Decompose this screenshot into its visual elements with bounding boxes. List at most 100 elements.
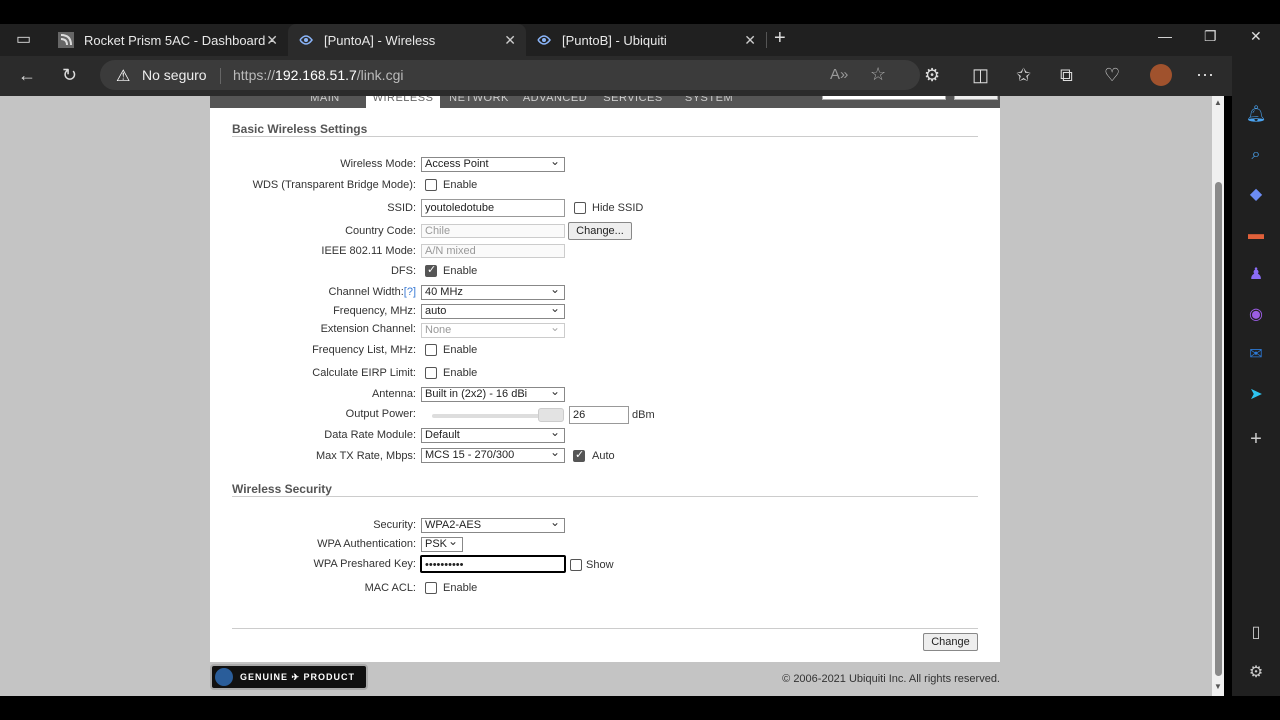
restore-icon[interactable]: ❐ — [1204, 28, 1217, 45]
close-icon[interactable]: ✕ — [744, 32, 756, 49]
page-scrollbar[interactable]: ▲ ▼ — [1212, 96, 1224, 696]
max-tx-auto-checkbox[interactable] — [573, 448, 585, 462]
antenna-select[interactable]: Built in (2x2) - 16 dBi — [421, 385, 565, 402]
ssid-input[interactable]: youtoledotube — [421, 199, 565, 217]
logout-button[interactable] — [954, 96, 998, 100]
shopping-tag-icon[interactable]: ◆ — [1245, 184, 1267, 206]
tab-divider — [766, 32, 767, 48]
tools-select[interactable] — [822, 96, 946, 100]
tab-actions-icon[interactable]: ▭ — [16, 30, 31, 50]
security-status[interactable]: No seguro — [142, 67, 207, 83]
tab-punto-b[interactable]: [PuntoB] - Ubiquiti ✕ — [526, 24, 766, 56]
people-icon[interactable]: ♟ — [1245, 264, 1267, 286]
nav-tab-wireless[interactable]: WIRELESS — [366, 96, 440, 108]
screen: ▭ Rocket Prism 5AC - Dashboard - ✕ [Punt… — [0, 0, 1280, 720]
wpa-auth-select[interactable]: PSK — [421, 535, 463, 552]
omnibox-divider — [220, 68, 221, 84]
frequency-select[interactable]: auto — [421, 302, 565, 319]
dfs-checkbox[interactable] — [425, 263, 437, 277]
lock-icon — [215, 668, 233, 686]
copyright: © 2006-2021 Ubiquiti Inc. All rights res… — [782, 673, 1000, 685]
security-label: Security: — [373, 519, 416, 531]
nav-tab-system[interactable]: SYSTEM — [672, 96, 746, 108]
rss-icon — [58, 32, 74, 48]
back-icon[interactable]: ← — [18, 65, 36, 85]
scroll-down-icon[interactable]: ▼ — [1214, 682, 1222, 691]
search-icon[interactable]: ⌕ — [1245, 144, 1267, 166]
tab-title: [PuntoB] - Ubiquiti — [562, 32, 667, 48]
eirp-checkbox[interactable] — [425, 367, 437, 379]
output-power-slider-handle[interactable] — [538, 408, 564, 422]
frequency-label: Frequency, MHz: — [333, 305, 416, 317]
country-change-button[interactable]: Change... — [568, 222, 632, 240]
scroll-thumb[interactable] — [1215, 182, 1222, 676]
address-bar-row: ← ↻ ⚠ No seguro https://192.168.51.7/lin… — [0, 56, 1280, 96]
show-key-label: Show — [586, 559, 614, 571]
url-scheme: https:// — [233, 67, 276, 83]
performance-icon[interactable]: ♡ — [1104, 65, 1120, 85]
refresh-icon[interactable]: ↻ — [62, 65, 77, 85]
channel-width-select[interactable]: 40 MHz — [421, 283, 565, 300]
add-icon[interactable]: + — [1245, 428, 1267, 450]
output-power-input[interactable]: 26 — [569, 406, 629, 424]
close-icon[interactable]: ✕ — [504, 32, 516, 49]
ieee-mode-label: IEEE 802.11 Mode: — [321, 245, 416, 257]
send-icon[interactable]: ➤ — [1245, 384, 1267, 406]
read-aloud-icon[interactable]: A» — [830, 65, 848, 85]
show-key-checkbox[interactable] — [570, 559, 582, 571]
psk-input[interactable]: •••••••••• — [420, 555, 566, 573]
collections-icon[interactable]: ⧉ — [1060, 65, 1073, 85]
nav-tab-network[interactable]: NETWORK — [442, 96, 516, 108]
psk-label: WPA Preshared Key: — [313, 558, 416, 570]
warning-icon[interactable]: ⚠ — [116, 66, 130, 86]
extension-channel-select: None — [421, 321, 565, 338]
settings-gear-icon[interactable]: ⚙ — [1245, 662, 1267, 684]
minimize-icon[interactable]: — — [1158, 28, 1172, 44]
help-link[interactable]: [?] — [404, 286, 416, 298]
max-tx-auto-label: Auto — [592, 450, 615, 462]
hide-ssid-label: Hide SSID — [592, 202, 644, 214]
scroll-up-icon[interactable]: ▲ — [1214, 98, 1222, 107]
data-rate-select[interactable]: Default — [421, 426, 565, 443]
url-text[interactable]: https://192.168.51.7/link.cgi — [233, 67, 403, 83]
ieee-mode-input: A/N mixed — [421, 244, 565, 258]
hide-ssid-checkbox[interactable] — [574, 202, 586, 214]
omnibox[interactable]: ⚠ No seguro https://192.168.51.7/link.cg… — [100, 60, 920, 90]
more-options-icon[interactable]: ⋯ — [1196, 65, 1214, 85]
favorite-star-icon[interactable]: ☆ — [870, 64, 886, 84]
nav-tab-advanced[interactable]: ADVANCED — [518, 96, 592, 108]
tools-icon[interactable]: ▬ — [1245, 224, 1267, 246]
country-code-label: Country Code: — [345, 225, 416, 237]
avatar[interactable] — [1150, 64, 1172, 86]
tab-punto-a[interactable]: [PuntoA] - Wireless ✕ — [288, 24, 526, 56]
tab-rocket-dashboard[interactable]: Rocket Prism 5AC - Dashboard - ✕ — [48, 24, 288, 56]
ssid-label: SSID: — [387, 202, 416, 214]
favorites-icon[interactable]: ✩ — [1016, 65, 1031, 85]
mac-acl-checkbox[interactable] — [425, 582, 437, 594]
tab-title: Rocket Prism 5AC - Dashboard - — [84, 32, 274, 48]
data-rate-label: Data Rate Module: — [324, 429, 416, 441]
wds-checkbox[interactable] — [425, 179, 437, 191]
security-select[interactable]: WPA2-AES — [421, 516, 565, 533]
outlook-icon[interactable]: ✉ — [1245, 344, 1267, 366]
close-icon[interactable]: ✕ — [266, 32, 278, 49]
sidebar-toggle-icon[interactable]: ▯ — [1245, 622, 1267, 644]
split-screen-icon[interactable]: ◫ — [972, 65, 989, 85]
ubiquiti-icon — [299, 35, 313, 45]
office-icon[interactable]: ◉ — [1245, 304, 1267, 326]
notification-bell-icon[interactable]: 🔔︎ — [1245, 104, 1267, 126]
wireless-mode-select[interactable]: Access Point — [421, 155, 565, 172]
frequency-list-checkbox[interactable] — [425, 344, 437, 356]
change-button[interactable]: Change — [923, 633, 978, 651]
nav-tab-services[interactable]: SERVICES — [596, 96, 670, 108]
channel-width-text: Channel Width: — [328, 286, 404, 298]
page-viewport: MAIN WIRELESS NETWORK ADVANCED SERVICES … — [0, 96, 1212, 696]
edge-sidebar: 🔔︎ ⌕ ◆ ▬ ♟ ◉ ✉ ➤ + ▯ ⚙ — [1232, 56, 1280, 696]
new-tab-icon[interactable]: + — [774, 28, 786, 48]
nav-tab-main[interactable]: MAIN — [288, 96, 362, 108]
max-tx-rate-select[interactable]: MCS 15 - 270/300 — [421, 446, 565, 463]
extensions-icon[interactable]: ⚙ — [924, 65, 940, 85]
max-tx-rate-label: Max TX Rate, Mbps: — [315, 450, 416, 462]
channel-width-label: Channel Width:[?] — [329, 286, 416, 298]
close-window-icon[interactable]: ✕ — [1250, 28, 1262, 45]
